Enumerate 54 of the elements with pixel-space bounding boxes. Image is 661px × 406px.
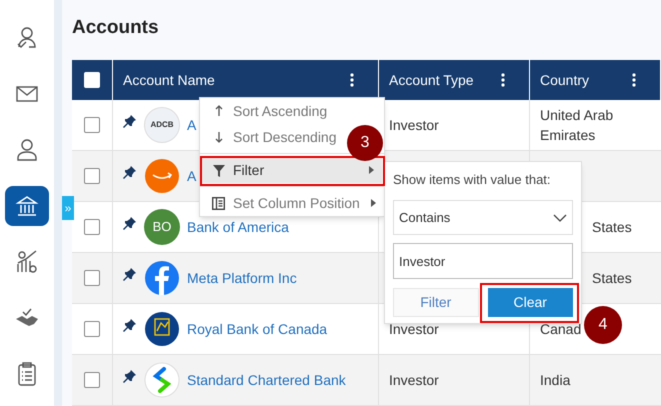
operator-dropdown[interactable]: Contains	[393, 200, 573, 235]
pin-icon[interactable]	[123, 165, 137, 179]
table-cell-text: Investor	[389, 370, 439, 390]
filter-prompt: Show items with value that:	[393, 171, 551, 189]
primary-button[interactable]: Clear	[488, 288, 573, 317]
table-cell-text: Investor	[389, 116, 439, 134]
stripes-logo-icon	[144, 362, 180, 398]
table-cell-text: India	[540, 371, 570, 390]
column-menu-icon[interactable]	[632, 73, 636, 87]
column-header[interactable]: Account Name	[123, 70, 215, 90]
pin-icon[interactable]	[123, 267, 137, 281]
table-cell-text: Canad	[540, 320, 582, 339]
pin-icon[interactable]	[123, 114, 137, 128]
secondary-button[interactable]: Filter	[393, 288, 479, 317]
account-link[interactable]: A	[187, 114, 196, 136]
table-cell-text: Investor	[389, 320, 439, 338]
checkbox[interactable]	[84, 168, 100, 184]
checkbox[interactable]	[84, 219, 100, 235]
table-cell-text: States	[592, 218, 632, 237]
arrow-up-icon	[214, 105, 222, 117]
account-link[interactable]: Meta Platform Inc	[187, 268, 297, 288]
smile-logo-icon	[144, 158, 180, 194]
checkbox[interactable]	[84, 117, 100, 133]
pin-icon[interactable]	[123, 369, 137, 383]
filter-icon	[212, 164, 224, 176]
table-cell-text: States	[592, 269, 632, 288]
avatar: BO	[144, 209, 180, 245]
page-title: Accounts	[72, 16, 159, 40]
checkbox[interactable]	[84, 270, 100, 286]
facebook-logo-icon	[144, 260, 180, 296]
pin-icon[interactable]	[123, 216, 137, 230]
chevron-down-icon	[553, 214, 567, 222]
column-header[interactable]: Account Type	[389, 70, 474, 90]
shield-logo-icon	[144, 311, 180, 347]
arrow-down-icon	[214, 131, 222, 143]
column-menu-icon[interactable]	[501, 73, 505, 87]
checkbox[interactable]	[84, 372, 100, 388]
menu-item[interactable]: Sort Descending	[202, 124, 345, 150]
account-link[interactable]: Bank of America	[187, 216, 289, 238]
bank-logo: ADCB	[144, 107, 180, 143]
value-input[interactable]: Investor	[393, 243, 573, 279]
menu-item[interactable]: Sort Ascending	[202, 98, 336, 124]
pin-icon[interactable]	[123, 318, 137, 332]
menu-item[interactable]: Set Column Position	[202, 190, 384, 216]
menu-item[interactable]: Filter	[202, 157, 382, 183]
column-menu-icon[interactable]	[350, 73, 354, 87]
checkbox[interactable]	[84, 321, 100, 337]
column-header[interactable]: Country	[540, 70, 590, 90]
columns-icon	[212, 196, 225, 210]
sidebar-item[interactable]	[5, 186, 49, 226]
account-link[interactable]: Standard Chartered Bank	[187, 370, 346, 390]
account-link[interactable]: Royal Bank of Canada	[187, 318, 328, 340]
account-link[interactable]: A	[187, 166, 196, 186]
table-cell-text: United Arab Emirates	[540, 106, 614, 145]
